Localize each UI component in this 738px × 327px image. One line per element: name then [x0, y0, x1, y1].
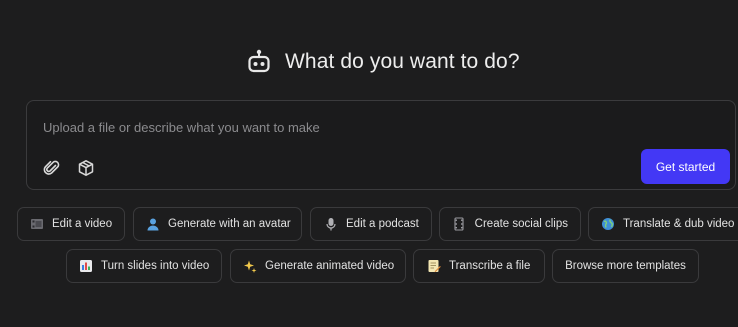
film-icon	[30, 217, 44, 232]
chip-label: Browse more templates	[565, 260, 686, 272]
person-icon	[146, 217, 160, 232]
chip-label: Transcribe a file	[449, 260, 531, 272]
chip-edit-podcast[interactable]: Edit a podcast	[310, 207, 432, 241]
chip-label: Generate with an avatar	[168, 218, 291, 230]
paperclip-icon[interactable]	[41, 157, 63, 179]
bar-chart-icon	[79, 259, 93, 274]
prompt-box: Get started	[26, 100, 736, 190]
cube-icon[interactable]	[75, 157, 97, 179]
robot-icon	[248, 49, 270, 73]
get-started-button[interactable]: Get started	[641, 149, 730, 184]
chip-generate-avatar[interactable]: Generate with an avatar	[133, 207, 302, 241]
chip-edit-video[interactable]: Edit a video	[17, 207, 125, 241]
chip-generate-animated-video[interactable]: Generate animated video	[230, 249, 406, 283]
chip-create-social-clips[interactable]: Create social clips	[439, 207, 581, 241]
chip-translate-dub[interactable]: Translate & dub video	[588, 207, 738, 241]
microphone-icon	[323, 217, 338, 232]
chip-label: Create social clips	[474, 218, 568, 230]
chip-label: Edit a video	[52, 218, 113, 230]
sparkles-icon	[243, 259, 257, 274]
chip-label: Turn slides into video	[101, 260, 210, 272]
chip-label: Edit a podcast	[346, 218, 419, 230]
chip-browse-templates[interactable]: Browse more templates	[552, 249, 699, 283]
clips-icon	[452, 217, 467, 232]
chip-label: Generate animated video	[265, 260, 395, 272]
page-heading: What do you want to do?	[246, 45, 520, 79]
chip-slides-to-video[interactable]: Turn slides into video	[66, 249, 222, 283]
prompt-input[interactable]	[41, 115, 605, 139]
chip-label: Translate & dub video	[623, 218, 735, 230]
memo-icon	[426, 259, 441, 274]
chip-transcribe-file[interactable]: Transcribe a file	[413, 249, 545, 283]
page-title: What do you want to do?	[285, 50, 520, 73]
globe-icon	[601, 217, 615, 232]
